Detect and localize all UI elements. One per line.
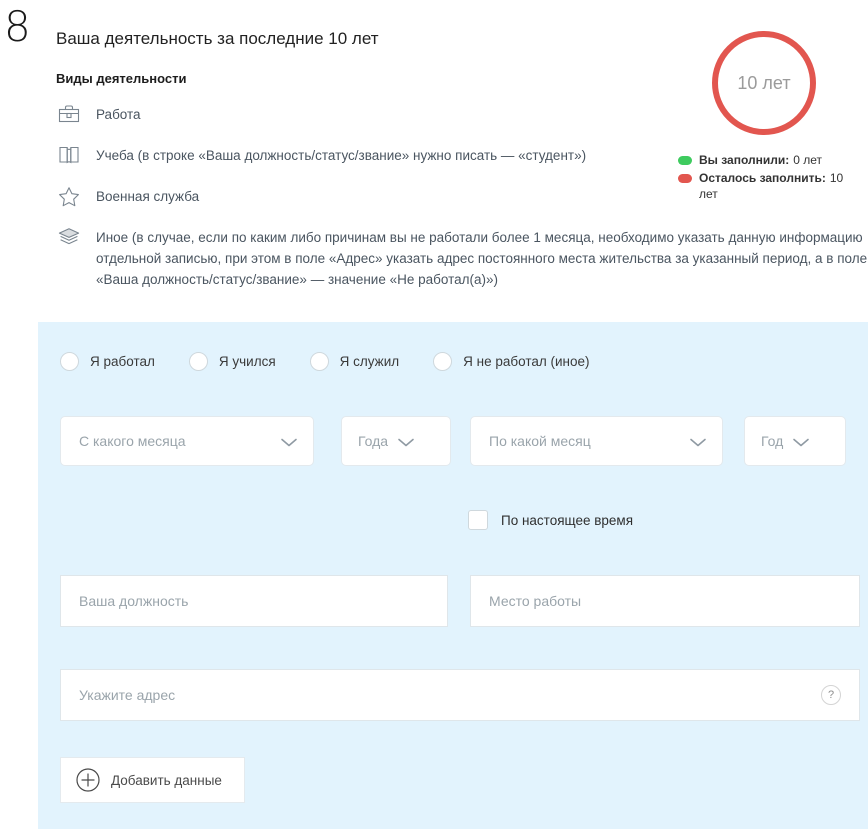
radio-circle-icon[interactable] [309, 352, 329, 371]
progress-widget: 10 лет Вы заполнили: 0 лет Осталось запол… [674, 28, 854, 204]
select-to-year[interactable]: Год [744, 416, 846, 466]
activity-label: Военная служба [96, 189, 200, 204]
legend-item-remaining: Осталось заполнить: 10 лет [678, 170, 854, 202]
radio-option-not-worked[interactable]: Я не работал (иное) [433, 352, 590, 371]
progress-donut-chart: 10 лет [709, 28, 819, 138]
radio-label: Я служил [339, 354, 400, 369]
add-data-button[interactable]: Добавить данные [60, 757, 245, 803]
chevron-down-icon[interactable] [688, 435, 708, 447]
plus-circle-icon [75, 767, 101, 793]
legend-color-swatch-red [678, 174, 692, 183]
chevron-down-icon[interactable] [396, 435, 416, 447]
select-from-year[interactable]: Года [341, 416, 451, 466]
legend-label: Вы заполнили: [699, 153, 790, 167]
add-data-label: Добавить данные [111, 772, 222, 788]
input-address[interactable]: Укажите адрес ? [60, 669, 860, 721]
page-header: Ваша деятельность за последние 10 лет Ви… [56, 28, 656, 87]
radio-label: Я не работал (иное) [463, 354, 590, 369]
book-icon [56, 143, 82, 167]
select-placeholder: По какой месяц [489, 433, 591, 449]
briefcase-icon [56, 102, 82, 126]
select-placeholder: Год [761, 433, 784, 449]
input-placeholder: Место работы [489, 593, 582, 609]
input-workplace[interactable]: Место работы [470, 575, 860, 627]
legend-item-filled: Вы заполнили: 0 лет [678, 152, 854, 168]
star-icon [56, 184, 82, 208]
help-icon[interactable]: ? [821, 685, 841, 705]
section-subtitle: Виды деятельности [56, 71, 187, 86]
radio-circle-icon[interactable] [60, 352, 79, 371]
legend-label: Осталось заполнить: [699, 171, 826, 185]
radio-option-served[interactable]: Я служил [309, 352, 400, 371]
activity-label: Иное (в случае, если по каким либо причи… [96, 230, 868, 287]
checkbox-present-time[interactable]: По настоящее время [468, 510, 633, 530]
chevron-down-icon[interactable] [279, 435, 299, 447]
step-number: 8 [4, 2, 31, 51]
select-placeholder: С какого месяца [79, 433, 186, 449]
donut-center-label: 10 лет [737, 72, 791, 93]
input-placeholder: Ваша должность [79, 593, 189, 609]
activity-label: Учеба (в строке «Ваша должность/статус/з… [96, 148, 587, 163]
radio-label: Я работал [90, 354, 155, 369]
chevron-down-icon[interactable] [791, 435, 811, 447]
radio-option-studied[interactable]: Я учился [188, 352, 276, 371]
page-title: Ваша деятельность за последние 10 лет [56, 29, 379, 48]
radio-option-worked[interactable]: Я работал [60, 352, 155, 371]
radio-circle-icon[interactable] [433, 352, 453, 371]
activity-label: Работа [96, 107, 141, 122]
select-from-month[interactable]: С какого месяца [60, 416, 314, 466]
legend-value: 0 лет [793, 153, 823, 167]
radio-circle-icon[interactable] [188, 352, 208, 371]
input-position[interactable]: Ваша должность [60, 575, 448, 627]
select-to-month[interactable]: По какой месяц [470, 416, 723, 466]
input-placeholder: Укажите адрес [79, 687, 176, 703]
radio-label: Я учился [218, 354, 276, 369]
activity-item-other: Иное (в случае, если по каким либо причи… [56, 225, 868, 290]
checkbox-label: По настоящее время [501, 512, 634, 528]
progress-legend: Вы заполнили: 0 лет Осталось заполнить: 10… [674, 152, 854, 202]
legend-color-swatch-green [678, 156, 692, 165]
activity-entry-form: Я работал Я учился Я служил Я не работал… [38, 322, 868, 829]
checkbox-box-icon[interactable] [468, 510, 488, 530]
activity-kind-radio-group: Я работал Я учился Я служил Я не работал… [60, 352, 624, 371]
layers-icon [56, 225, 82, 249]
select-placeholder: Года [358, 433, 389, 449]
